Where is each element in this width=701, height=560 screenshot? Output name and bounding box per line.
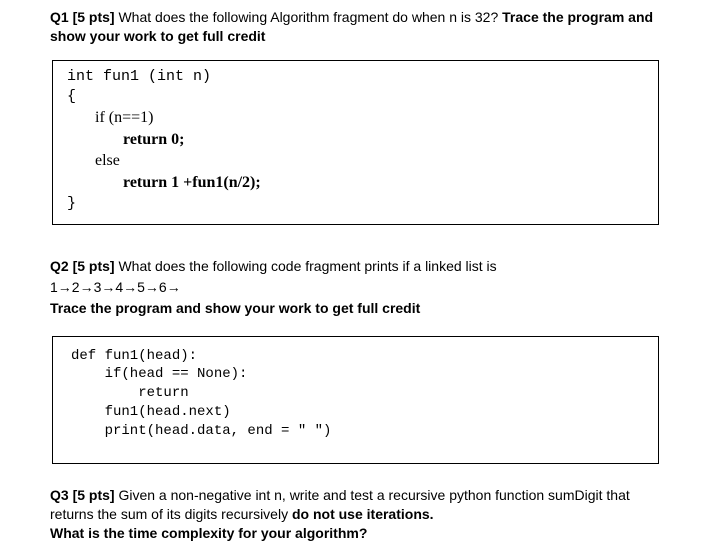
q3-heading: Q3 [5 pts] Given a non-negative int n, w… [50, 486, 661, 543]
q2-trace: Trace the program and show your work to … [50, 299, 661, 318]
q2-code-line: def fun1(head): [71, 347, 642, 366]
q3-label: Q3 [5 pts] [50, 487, 118, 503]
q2-heading: Q2 [5 pts] What does the following code … [50, 257, 661, 318]
q2-code-line: print(head.data, end = " ") [71, 422, 642, 441]
q1-code-line: return 0; [67, 129, 646, 151]
q3-bold2: What is the time complexity for your alg… [50, 524, 661, 543]
q1-code-line: int fun1 (int n) [67, 67, 646, 87]
q2-code-line: fun1(head.next) [71, 403, 642, 422]
q1-label: Q1 [5 pts] [50, 9, 118, 25]
q1-code-line: return 1 +fun1(n/2); [67, 172, 646, 194]
q1-code-box: int fun1 (int n) { if (n==1) return 0; e… [52, 60, 659, 225]
q2-code-line: return [71, 384, 642, 403]
q2-code-box: def fun1(head): if(head == None): return… [52, 336, 659, 464]
q2-linked-list: 1→2→3→4→5→6→ [50, 278, 661, 297]
q2-code-line: if(head == None): [71, 365, 642, 384]
q1-prompt: What does the following Algorithm fragme… [118, 9, 502, 25]
q2-label: Q2 [5 pts] [50, 258, 118, 274]
q1-code-line: { [67, 87, 646, 107]
q1-code-line: } [67, 194, 646, 214]
q1-code-line: else [67, 150, 646, 172]
q3-bold1: do not use iterations. [292, 506, 434, 522]
q1-heading: Q1 [5 pts] What does the following Algor… [50, 8, 661, 46]
q2-prompt: What does the following code fragment pr… [118, 258, 496, 274]
q1-code-line: if (n==1) [67, 107, 646, 129]
